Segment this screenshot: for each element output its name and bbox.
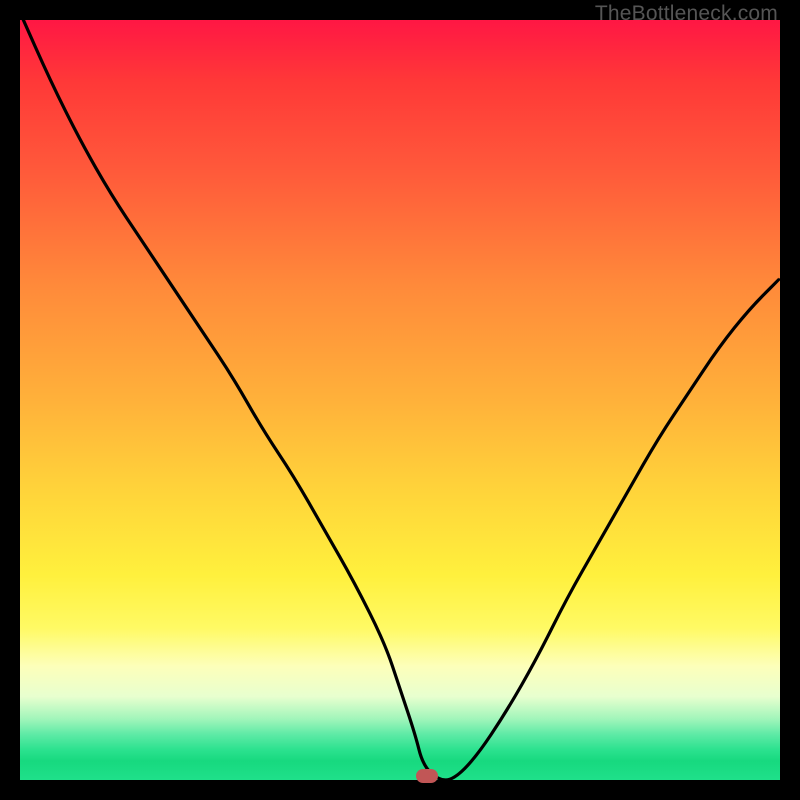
chart-frame: TheBottleneck.com: [0, 0, 800, 800]
curve-svg: [20, 20, 780, 780]
plot-area: [20, 20, 780, 780]
bottleneck-curve-path: [20, 20, 780, 780]
bottleneck-marker: [416, 769, 438, 783]
watermark-text: TheBottleneck.com: [595, 2, 778, 26]
